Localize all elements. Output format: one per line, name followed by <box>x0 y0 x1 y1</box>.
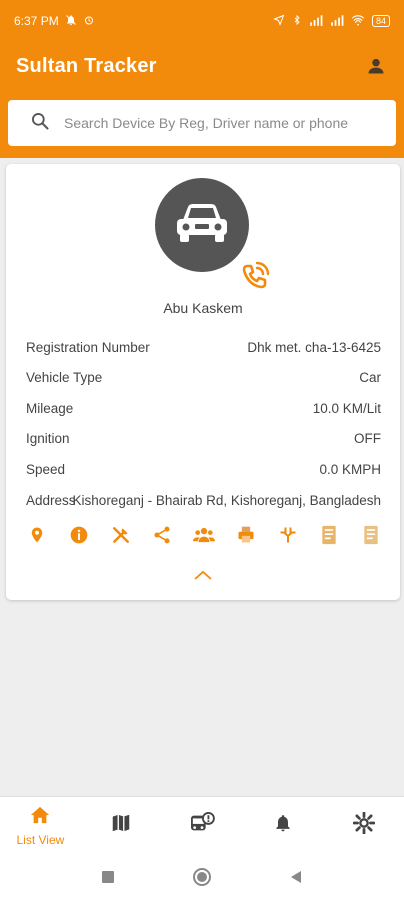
map-icon <box>110 812 132 839</box>
bottom-navigation: List View <box>0 796 404 854</box>
action-bar <box>26 524 382 546</box>
signal-icon-2 <box>330 14 344 29</box>
system-navigation <box>0 854 404 900</box>
speed-label: Speed <box>26 461 66 477</box>
ignition-label: Ignition <box>26 431 70 447</box>
detail-row-vehicle-type: Vehicle Type Car <box>26 363 381 394</box>
report-icon[interactable] <box>318 524 340 546</box>
nav-list-view[interactable]: List View <box>0 797 81 854</box>
bell-icon <box>273 812 293 839</box>
search-placeholder: Search Device By Reg, Driver name or pho… <box>64 115 349 131</box>
detail-row-registration: Registration Number Dhk met. cha-13-6425 <box>26 332 381 363</box>
location-arrow-icon <box>273 14 285 29</box>
back-triangle-icon[interactable] <box>284 865 308 889</box>
nav-bus-alert[interactable] <box>162 797 243 854</box>
app-bar: Sultan Tracker <box>0 42 404 90</box>
app-title: Sultan Tracker <box>16 54 157 77</box>
printer-icon[interactable] <box>235 524 257 546</box>
address-label: Address <box>26 492 76 508</box>
device-card[interactable]: Abu Kaskem Registration Number Dhk met. … <box>6 164 400 600</box>
bus-alert-icon <box>189 812 215 839</box>
call-driver-icon[interactable] <box>238 259 272 293</box>
search-container: Search Device By Reg, Driver name or pho… <box>0 90 404 158</box>
nav-list-view-label: List View <box>16 832 65 847</box>
home-circle-icon[interactable] <box>190 865 214 889</box>
alarm-icon <box>83 14 95 29</box>
address-value: Kishoreganj - Bhairab Rd, Kishoreganj, B… <box>72 492 381 508</box>
battery-indicator: 84 <box>371 15 390 27</box>
mileage-label: Mileage <box>26 400 74 416</box>
wifi-icon <box>351 14 365 29</box>
mileage-value: 10.0 KM/Lit <box>312 400 381 416</box>
home-icon <box>29 805 51 830</box>
detail-row-speed: Speed 0.0 KMPH <box>26 454 381 485</box>
nav-map[interactable] <box>81 797 162 854</box>
info-icon[interactable] <box>68 524 90 546</box>
driver-name: Abu Kaskem <box>163 300 243 316</box>
registration-value: Dhk met. cha-13-6425 <box>247 339 381 355</box>
vehicle-avatar <box>155 178 249 272</box>
device-details: Registration Number Dhk met. cha-13-6425… <box>26 332 381 515</box>
detail-row-address: Address Kishoreganj - Bhairab Rd, Kishor… <box>26 485 381 515</box>
status-bar: 6:37 PM 84 <box>0 0 404 42</box>
route-icon[interactable] <box>277 524 299 546</box>
car-icon <box>173 202 231 249</box>
ignition-value: OFF <box>354 431 381 447</box>
account-icon[interactable] <box>364 54 388 78</box>
recents-square-icon[interactable] <box>96 865 120 889</box>
signal-icon <box>309 14 323 29</box>
nav-settings[interactable] <box>323 797 404 854</box>
status-time: 6:37 PM <box>14 14 59 28</box>
bluetooth-icon <box>292 14 302 29</box>
collapse-chevron-up-icon[interactable] <box>192 564 214 586</box>
gear-icon <box>352 811 376 839</box>
share-icon[interactable] <box>151 524 173 546</box>
mute-icon <box>65 14 77 29</box>
vehicle-type-value: Car <box>359 370 381 386</box>
registration-label: Registration Number <box>26 339 150 355</box>
tools-icon[interactable] <box>110 524 132 546</box>
group-icon[interactable] <box>193 524 215 546</box>
search-input[interactable]: Search Device By Reg, Driver name or pho… <box>8 100 396 146</box>
detail-row-ignition: Ignition OFF <box>26 424 381 455</box>
vehicle-type-label: Vehicle Type <box>26 370 103 386</box>
speed-value: 0.0 KMPH <box>319 461 381 477</box>
location-pin-icon[interactable] <box>26 524 48 546</box>
search-icon <box>30 111 50 136</box>
document-icon[interactable] <box>360 524 382 546</box>
nav-notifications[interactable] <box>242 797 323 854</box>
detail-row-mileage: Mileage 10.0 KM/Lit <box>26 393 381 424</box>
